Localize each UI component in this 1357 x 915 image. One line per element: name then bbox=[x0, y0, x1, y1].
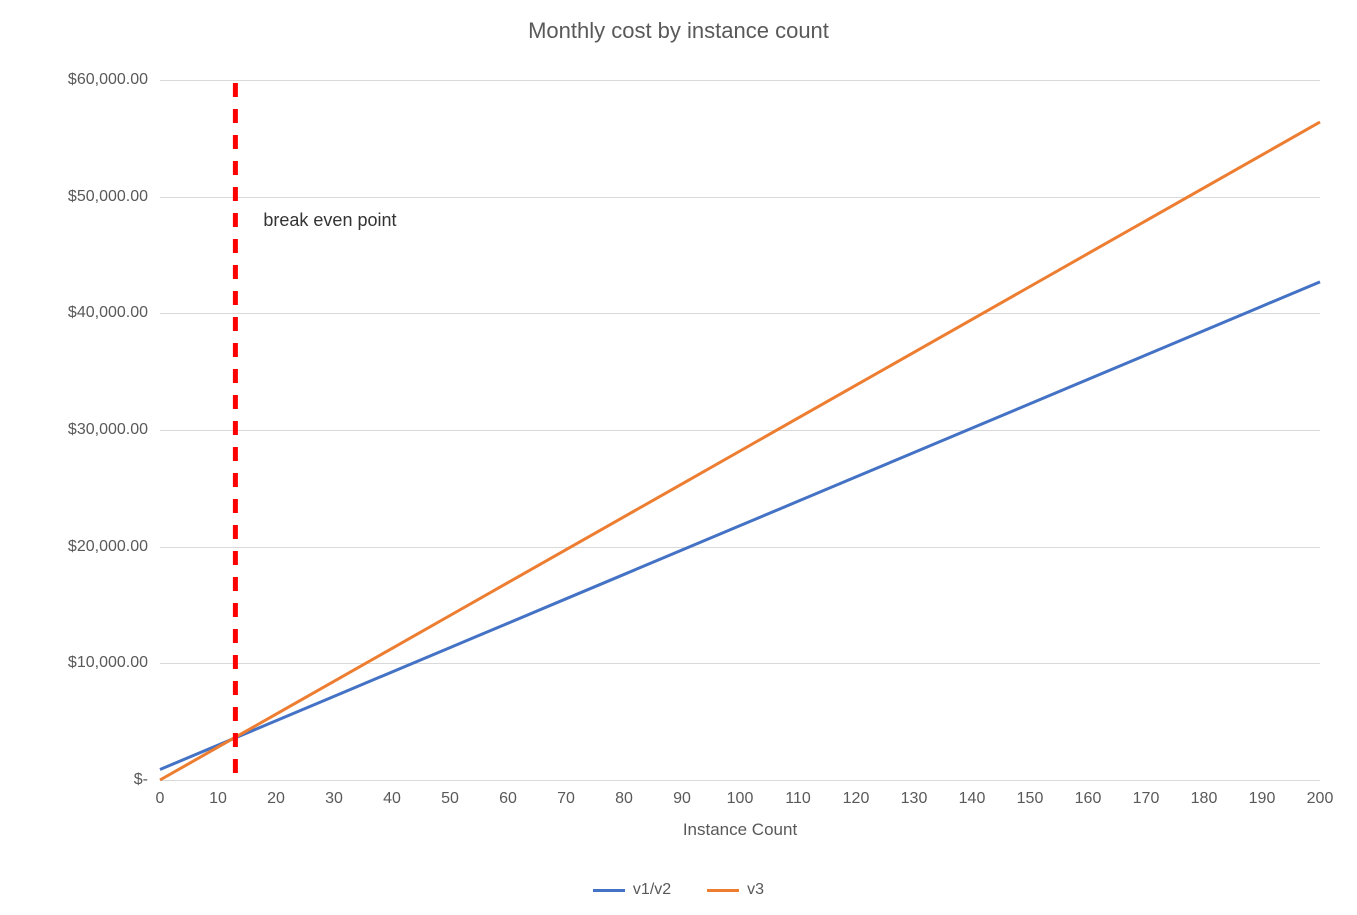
x-tick-label: 90 bbox=[662, 790, 702, 808]
legend-item-v1v2: v1/v2 bbox=[593, 881, 671, 899]
x-tick-label: 70 bbox=[546, 790, 586, 808]
y-tick-label: $- bbox=[0, 771, 148, 789]
x-tick-label: 0 bbox=[140, 790, 180, 808]
legend-label: v1/v2 bbox=[633, 881, 671, 899]
y-tick-label: $40,000.00 bbox=[0, 304, 148, 322]
y-tick-label: $30,000.00 bbox=[0, 421, 148, 439]
y-tick-label: $50,000.00 bbox=[0, 188, 148, 206]
x-tick-label: 60 bbox=[488, 790, 528, 808]
series-line-v1v2 bbox=[160, 282, 1320, 770]
chart-svg bbox=[160, 80, 1320, 780]
x-tick-label: 20 bbox=[256, 790, 296, 808]
x-tick-label: 10 bbox=[198, 790, 238, 808]
x-tick-label: 100 bbox=[720, 790, 760, 808]
x-tick-label: 150 bbox=[1010, 790, 1050, 808]
legend-swatch bbox=[707, 889, 739, 892]
x-tick-label: 140 bbox=[952, 790, 992, 808]
legend-item-v3: v3 bbox=[707, 881, 764, 899]
x-tick-label: 190 bbox=[1242, 790, 1282, 808]
annotation-text: break even point bbox=[263, 210, 396, 231]
x-tick-label: 40 bbox=[372, 790, 412, 808]
legend-swatch bbox=[593, 889, 625, 892]
y-tick-label: $10,000.00 bbox=[0, 654, 148, 672]
x-tick-label: 200 bbox=[1300, 790, 1340, 808]
x-tick-label: 180 bbox=[1184, 790, 1224, 808]
x-tick-label: 110 bbox=[778, 790, 818, 808]
x-tick-label: 30 bbox=[314, 790, 354, 808]
plot-area: $-$10,000.00$20,000.00$30,000.00$40,000.… bbox=[160, 80, 1320, 780]
chart-container: Monthly cost by instance count $-$10,000… bbox=[0, 0, 1357, 915]
legend-label: v3 bbox=[747, 881, 764, 899]
x-tick-label: 160 bbox=[1068, 790, 1108, 808]
x-tick-label: 50 bbox=[430, 790, 470, 808]
x-tick-label: 80 bbox=[604, 790, 644, 808]
legend: v1/v2 v3 bbox=[0, 881, 1357, 899]
x-tick-label: 120 bbox=[836, 790, 876, 808]
x-tick-label: 170 bbox=[1126, 790, 1166, 808]
y-tick-label: $20,000.00 bbox=[0, 538, 148, 556]
y-tick-label: $60,000.00 bbox=[0, 71, 148, 89]
x-axis-label: Instance Count bbox=[160, 820, 1320, 840]
chart-title: Monthly cost by instance count bbox=[0, 0, 1357, 44]
gridline bbox=[160, 780, 1320, 781]
x-tick-label: 130 bbox=[894, 790, 934, 808]
